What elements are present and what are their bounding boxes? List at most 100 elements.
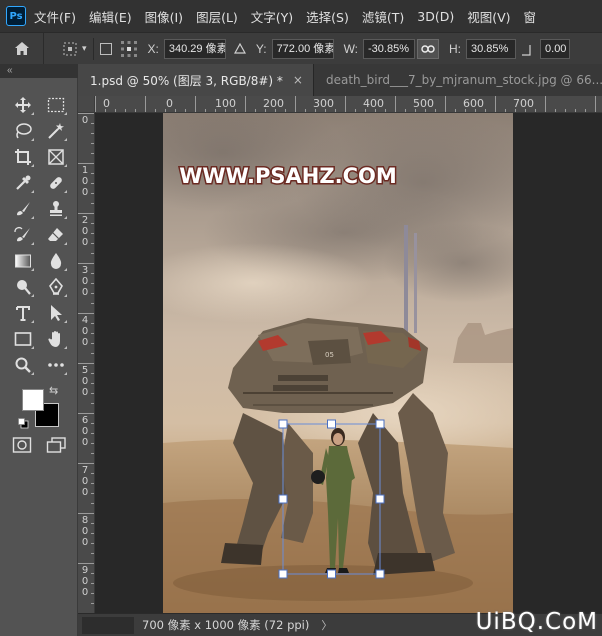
vertical-ruler[interactable]: 0100200300400500600700800900 bbox=[78, 113, 95, 613]
canvas-area[interactable]: 05 WWW.PSAHZ.COM bbox=[95, 113, 602, 613]
history-brush-tool[interactable] bbox=[6, 224, 39, 246]
frame-tool[interactable] bbox=[39, 146, 72, 168]
toolbar-collapse-toggle[interactable]: « bbox=[0, 64, 78, 78]
reference-point-checkbox[interactable] bbox=[99, 42, 112, 55]
transform-handle[interactable] bbox=[327, 569, 336, 579]
healing-brush-tool[interactable] bbox=[39, 172, 72, 194]
menu-layer[interactable]: 图层(L) bbox=[196, 7, 238, 26]
chevron-down-icon[interactable]: ▾ bbox=[82, 43, 87, 54]
document-tab-bar: 1.psd @ 50% (图层 3, RGB/8#) * × death_bir… bbox=[78, 64, 602, 96]
transform-handle[interactable] bbox=[375, 494, 385, 504]
blur-tool[interactable] bbox=[39, 250, 72, 272]
height-field[interactable]: 30.85% bbox=[466, 38, 517, 59]
transform-handle[interactable] bbox=[278, 419, 288, 429]
ruler-tick bbox=[205, 109, 206, 112]
menu-image[interactable]: 图像(I) bbox=[145, 7, 183, 26]
link-icon bbox=[421, 44, 435, 53]
reference-point-grid-icon[interactable] bbox=[120, 40, 138, 58]
ruler-tick bbox=[91, 383, 94, 384]
link-proportions-button[interactable] bbox=[417, 38, 440, 59]
divider bbox=[92, 37, 94, 60]
document-canvas[interactable]: 05 WWW.PSAHZ.COM bbox=[163, 113, 513, 613]
tab-1-psd[interactable]: 1.psd @ 50% (图层 3, RGB/8#) * × bbox=[78, 64, 313, 96]
close-icon[interactable]: × bbox=[293, 73, 303, 87]
ruler-tick bbox=[275, 109, 276, 112]
pen-tool[interactable] bbox=[39, 276, 72, 298]
ruler-tick bbox=[91, 323, 94, 324]
more-tools[interactable] bbox=[39, 354, 72, 376]
ruler-tick bbox=[295, 96, 296, 112]
document-size-info[interactable]: 700 像素 x 1000 像素 (72 ppi) bbox=[142, 617, 309, 633]
history-brush-icon bbox=[13, 227, 30, 242]
menu-select[interactable]: 选择(S) bbox=[306, 7, 349, 26]
stamp-icon bbox=[49, 201, 62, 216]
rectangle-tool[interactable] bbox=[6, 328, 39, 350]
path-selection-tool[interactable] bbox=[39, 302, 72, 324]
clone-stamp-tool[interactable] bbox=[39, 198, 72, 220]
ruler-origin[interactable] bbox=[78, 96, 95, 113]
dodge-icon bbox=[16, 280, 31, 295]
ruler-label: 0 bbox=[81, 237, 89, 248]
delta-icon[interactable] bbox=[233, 43, 246, 54]
quick-mask-icon[interactable] bbox=[12, 436, 32, 454]
magic-wand-icon bbox=[47, 123, 64, 139]
width-field[interactable]: -30.85% bbox=[363, 38, 416, 59]
crop-icon bbox=[14, 149, 31, 165]
ruler-tick bbox=[91, 253, 94, 254]
ruler-tick bbox=[545, 96, 546, 112]
transform-handle[interactable] bbox=[278, 569, 288, 579]
eraser-tool[interactable] bbox=[39, 224, 72, 246]
transform-handle[interactable] bbox=[375, 419, 385, 429]
move-tool[interactable] bbox=[6, 94, 39, 116]
home-button[interactable] bbox=[0, 32, 44, 65]
menu-type[interactable]: 文字(Y) bbox=[251, 7, 293, 26]
marquee-tool[interactable] bbox=[39, 94, 72, 116]
hand-tool[interactable] bbox=[39, 328, 72, 350]
screen-mode-icon[interactable] bbox=[46, 436, 66, 454]
default-colors-icon[interactable] bbox=[18, 418, 29, 429]
ruler-tick bbox=[91, 223, 94, 224]
chevron-right-icon[interactable]: 〉 bbox=[321, 617, 332, 633]
ruler-tick bbox=[525, 109, 526, 112]
foreground-color[interactable] bbox=[22, 389, 44, 411]
ruler-label: 500 bbox=[413, 97, 434, 110]
ruler-label: 0 bbox=[81, 526, 89, 537]
ruler-tick bbox=[91, 583, 94, 584]
tab-label: 1.psd @ 50% (图层 3, RGB/8#) * bbox=[90, 73, 283, 88]
zoom-tool[interactable] bbox=[6, 354, 39, 376]
ruler-label: 0 bbox=[81, 476, 89, 487]
rotate-angle-field[interactable]: 0.00 bbox=[540, 38, 571, 59]
transform-handle[interactable] bbox=[375, 569, 385, 579]
watermark-text: WWW.PSAHZ.COM bbox=[179, 164, 396, 188]
gradient-tool[interactable] bbox=[6, 250, 39, 272]
eyedropper-tool[interactable] bbox=[6, 172, 39, 194]
menu-view[interactable]: 视图(V) bbox=[467, 7, 510, 26]
swap-colors-icon[interactable]: ⇆ bbox=[49, 384, 58, 397]
ruler-tick bbox=[145, 96, 146, 112]
zoom-level-field[interactable] bbox=[82, 616, 134, 634]
horizontal-ruler[interactable]: 0 0 100 200 300 400 500 600 700 bbox=[95, 96, 602, 113]
y-position-field[interactable]: 772.00 像素 bbox=[271, 38, 334, 59]
ruler-tick bbox=[91, 353, 94, 354]
menu-window[interactable]: 窗 bbox=[524, 7, 537, 26]
menu-edit[interactable]: 编辑(E) bbox=[89, 7, 132, 26]
ruler-tick bbox=[91, 193, 94, 194]
ruler-tick bbox=[91, 203, 94, 204]
dodge-tool[interactable] bbox=[6, 276, 39, 298]
x-position-field[interactable]: 340.29 像素 bbox=[163, 38, 226, 59]
ruler-tick bbox=[78, 513, 94, 514]
type-tool[interactable] bbox=[6, 302, 39, 324]
photoshop-logo[interactable]: Ps bbox=[6, 6, 26, 26]
crop-tool[interactable] bbox=[6, 146, 39, 168]
transform-handle[interactable] bbox=[327, 419, 336, 429]
menu-filter[interactable]: 滤镜(T) bbox=[362, 7, 404, 26]
x-label: X: bbox=[147, 41, 159, 56]
menu-file[interactable]: 文件(F) bbox=[34, 7, 76, 26]
brush-tool[interactable] bbox=[6, 198, 39, 220]
menu-3d[interactable]: 3D(D) bbox=[417, 9, 454, 24]
transform-reference-icon[interactable] bbox=[62, 41, 80, 57]
transform-handle[interactable] bbox=[278, 494, 288, 504]
magic-wand-tool[interactable] bbox=[39, 120, 72, 142]
lasso-tool[interactable] bbox=[6, 120, 39, 142]
tab-death-bird[interactable]: death_bird___7_by_mjranum_stock.jpg @ 66… bbox=[312, 64, 602, 96]
